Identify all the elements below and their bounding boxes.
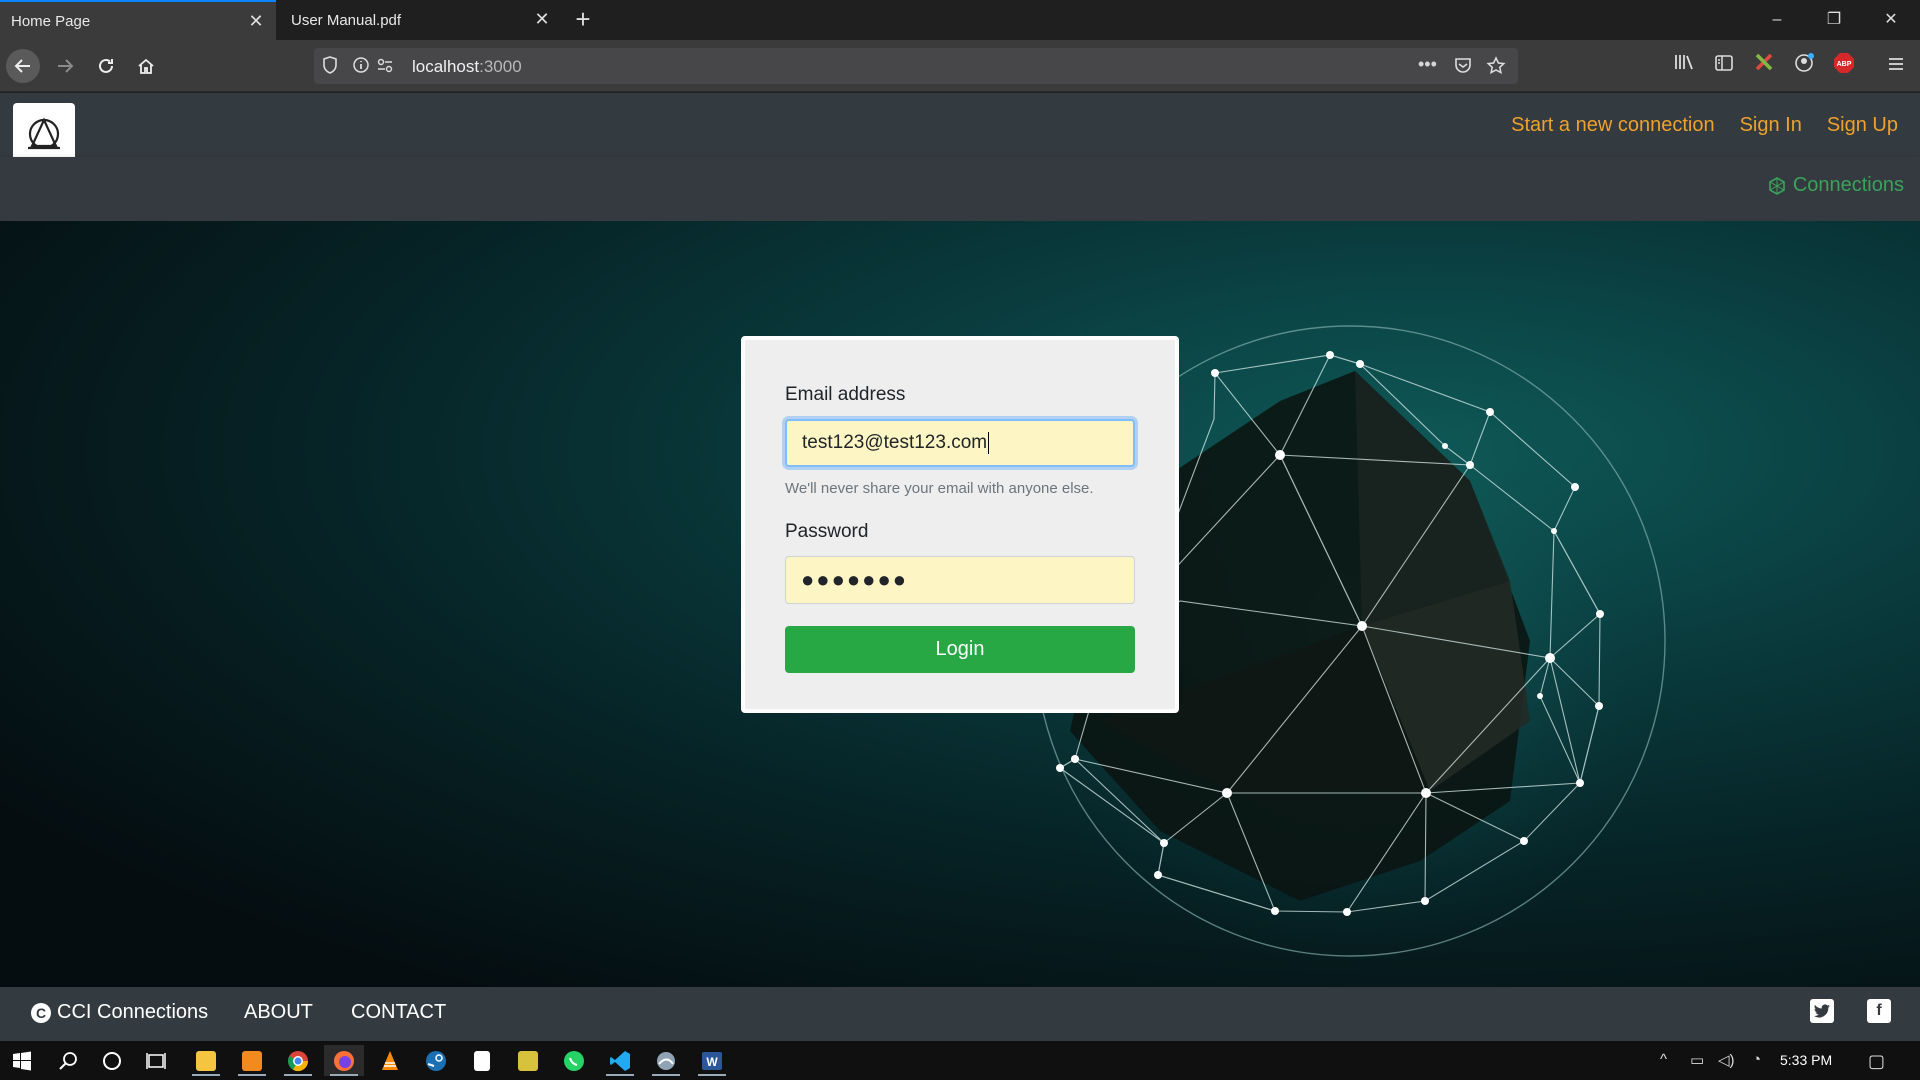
menu-icon[interactable] xyxy=(1882,52,1910,80)
sign-in-link[interactable]: Sign In xyxy=(1740,114,1802,137)
browser-tab-bar: Home Page ✕ User Manual.pdf ✕ + – ❐ ✕ xyxy=(0,0,1920,40)
login-form: Email address test123@test123.com We'll … xyxy=(741,336,1179,713)
notifications-icon[interactable]: ▢ xyxy=(1868,1051,1885,1072)
arrow-left-icon xyxy=(14,59,30,73)
home-button[interactable] xyxy=(129,49,163,83)
login-button[interactable]: Login xyxy=(785,626,1135,673)
minimize-icon[interactable]: – xyxy=(1762,6,1792,34)
tab-label: User Manual.pdf xyxy=(291,11,402,29)
connections-icon xyxy=(1769,176,1785,195)
arrow-right-icon xyxy=(58,59,74,73)
cortana-icon[interactable] xyxy=(92,1045,132,1076)
app-icon[interactable] xyxy=(646,1045,686,1076)
search-icon[interactable] xyxy=(48,1045,88,1076)
battery-icon[interactable]: ▭ xyxy=(1690,1051,1704,1069)
footer-contact-link[interactable]: CONTACT xyxy=(351,1001,446,1024)
extension-x-icon[interactable] xyxy=(1750,52,1778,80)
facebook-icon[interactable]: f xyxy=(1867,999,1891,1023)
adblock-icon[interactable]: ABP xyxy=(1830,52,1858,80)
connections-link[interactable]: Connections xyxy=(1767,174,1904,197)
twitter-icon[interactable] xyxy=(1810,999,1834,1023)
vlc-icon[interactable] xyxy=(370,1045,410,1076)
browser-toolbar: localhost:3000 ••• ABP xyxy=(0,40,1920,92)
task-view-icon[interactable] xyxy=(136,1045,176,1076)
norton-icon[interactable] xyxy=(508,1045,548,1076)
tab-user-manual[interactable]: User Manual.pdf ✕ xyxy=(280,0,562,40)
tab-label: Home Page xyxy=(11,12,91,30)
whatsapp-icon[interactable] xyxy=(554,1045,594,1076)
shield-icon[interactable] xyxy=(322,56,338,79)
reload-icon xyxy=(99,58,113,73)
site-footer: C CCI Connections ABOUT CONTACT f xyxy=(0,987,1920,1041)
pocket-icon[interactable] xyxy=(1454,56,1472,79)
new-tab-button[interactable]: + xyxy=(568,4,598,34)
taskbar-clock[interactable]: 5:33 PM xyxy=(1780,1052,1832,1068)
volume-icon[interactable]: ◁) xyxy=(1718,1051,1735,1069)
reload-button[interactable] xyxy=(89,49,123,83)
wifi-icon[interactable]: ◔ xyxy=(1752,1051,1761,1068)
sign-up-link[interactable]: Sign Up xyxy=(1827,114,1898,137)
password-value: ●●●●●●● xyxy=(801,567,909,592)
permissions-icon[interactable] xyxy=(376,56,394,79)
word-icon[interactable]: W xyxy=(692,1045,732,1076)
site-header: Start a new connection Sign In Sign Up xyxy=(0,93,1920,165)
restore-icon[interactable]: ❐ xyxy=(1819,6,1849,34)
url-text: localhost:3000 xyxy=(412,57,522,76)
notepad-icon[interactable] xyxy=(462,1045,502,1076)
sidebar-icon[interactable] xyxy=(1710,52,1738,80)
info-icon[interactable] xyxy=(352,56,370,79)
email-field[interactable]: test123@test123.com xyxy=(785,419,1135,467)
chrome-icon[interactable] xyxy=(278,1045,318,1076)
svg-text:ABP: ABP xyxy=(1837,61,1852,68)
firefox-icon[interactable] xyxy=(324,1045,364,1076)
tab-home-page[interactable]: Home Page ✕ xyxy=(0,0,276,40)
vscode-icon[interactable] xyxy=(600,1045,640,1076)
library-icon[interactable] xyxy=(1670,52,1698,80)
windows-start-icon[interactable] xyxy=(2,1045,42,1076)
forward-button[interactable] xyxy=(48,49,82,83)
footer-brand-label: CCI Connections xyxy=(57,1001,209,1023)
sub-header: Connections xyxy=(0,157,1920,221)
connections-label: Connections xyxy=(1792,174,1904,196)
windows-taskbar: W ^ ▭ ◁) ◔ 5:33 PM ▢ xyxy=(0,1041,1920,1080)
file-explorer-icon[interactable] xyxy=(186,1045,226,1076)
sublime-icon[interactable] xyxy=(232,1045,272,1076)
close-window-icon[interactable]: ✕ xyxy=(1876,6,1906,34)
email-label: Email address xyxy=(785,384,906,405)
close-icon[interactable]: ✕ xyxy=(532,9,552,29)
web-page: Start a new connection Sign In Sign Up C… xyxy=(0,93,1920,1041)
close-icon[interactable]: ✕ xyxy=(246,11,266,31)
address-bar[interactable]: localhost:3000 ••• xyxy=(314,48,1518,84)
footer-brand[interactable]: C CCI Connections xyxy=(31,1001,208,1024)
more-actions-icon[interactable]: ••• xyxy=(1418,54,1437,75)
copyright-icon: C xyxy=(31,1002,51,1023)
account-icon[interactable] xyxy=(1790,52,1818,80)
start-connection-link[interactable]: Start a new connection xyxy=(1511,114,1714,137)
password-label: Password xyxy=(785,521,869,542)
email-value: test123@test123.com xyxy=(802,432,988,453)
home-icon xyxy=(138,58,154,74)
site-logo[interactable] xyxy=(13,103,75,165)
svg-text:W: W xyxy=(706,1055,718,1069)
email-help-text: We'll never share your email with anyone… xyxy=(785,480,1094,497)
logo-icon xyxy=(28,117,60,150)
back-button[interactable] xyxy=(6,49,40,83)
password-field[interactable]: ●●●●●●● xyxy=(785,556,1135,604)
header-nav: Start a new connection Sign In Sign Up xyxy=(1511,114,1898,137)
text-caret xyxy=(988,432,990,454)
bookmark-star-icon[interactable] xyxy=(1486,56,1506,81)
chevron-up-icon[interactable]: ^ xyxy=(1660,1051,1667,1068)
footer-about-link[interactable]: ABOUT xyxy=(244,1001,313,1024)
steam-icon[interactable] xyxy=(416,1045,456,1076)
